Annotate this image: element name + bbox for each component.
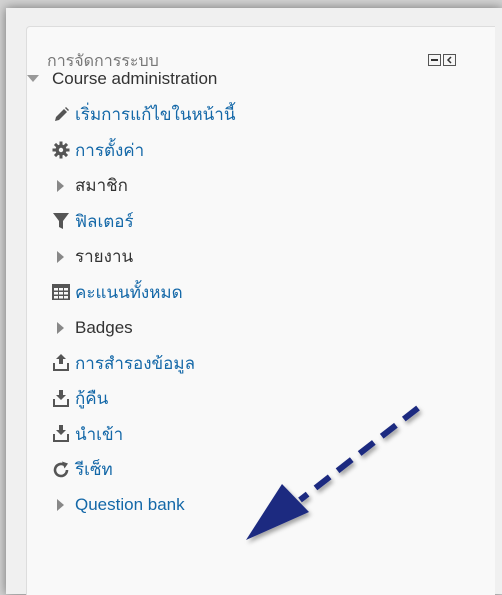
upload-icon: [51, 353, 71, 373]
caret-down-icon: [27, 75, 39, 82]
item-label[interactable]: รายงาน: [75, 243, 133, 270]
item-import[interactable]: นำเข้า: [51, 417, 451, 453]
block-controls: [428, 54, 456, 66]
item-gradebook[interactable]: คะแนนทั้งหมด: [51, 275, 451, 311]
item-reset[interactable]: รีเซ็ท: [51, 452, 451, 488]
item-filters[interactable]: ฟิลเตอร์: [51, 204, 451, 240]
caret-right-icon: [51, 176, 71, 196]
item-reports[interactable]: รายงาน: [51, 239, 451, 275]
caret-right-icon: [51, 318, 71, 338]
tree-root-course-administration[interactable]: Course administration: [27, 69, 217, 89]
download-icon: [51, 424, 71, 444]
item-restore[interactable]: กู้คืน: [51, 381, 451, 417]
item-badges[interactable]: Badges: [51, 310, 451, 346]
item-label[interactable]: กู้คืน: [75, 385, 108, 412]
item-label[interactable]: สมาชิก: [75, 172, 128, 199]
filter-icon: [51, 211, 71, 231]
pencil-icon: [51, 105, 71, 125]
minimize-icon[interactable]: [428, 54, 441, 66]
item-turn-editing-on[interactable]: เริ่มการแก้ไขในหน้านี้: [51, 97, 451, 133]
item-label[interactable]: การสำรองข้อมูล: [75, 350, 195, 377]
item-label[interactable]: เริ่มการแก้ไขในหน้านี้: [75, 101, 235, 128]
item-question-bank[interactable]: Question bank: [51, 488, 451, 524]
item-label[interactable]: การตั้งค่า: [75, 137, 144, 164]
caret-right-icon: [51, 495, 71, 515]
item-label[interactable]: ฟิลเตอร์: [75, 208, 134, 235]
refresh-icon: [51, 460, 71, 480]
table-icon: [51, 282, 71, 302]
item-label[interactable]: คะแนนทั้งหมด: [75, 279, 183, 306]
item-label[interactable]: รีเซ็ท: [75, 456, 113, 483]
dock-icon[interactable]: [443, 54, 456, 66]
item-backup[interactable]: การสำรองข้อมูล: [51, 346, 451, 382]
item-users[interactable]: สมาชิก: [51, 168, 451, 204]
item-label[interactable]: นำเข้า: [75, 421, 123, 448]
item-label[interactable]: Question bank: [75, 495, 185, 515]
item-label[interactable]: Badges: [75, 318, 133, 338]
download-icon: [51, 389, 71, 409]
caret-right-icon: [51, 247, 71, 267]
item-settings[interactable]: การตั้งค่า: [51, 133, 451, 169]
gear-icon: [51, 140, 71, 160]
tree-root-label: Course administration: [52, 69, 218, 88]
admin-items-list: เริ่มการแก้ไขในหน้านี้ การตั้งค่า สมาชิก…: [51, 97, 451, 523]
